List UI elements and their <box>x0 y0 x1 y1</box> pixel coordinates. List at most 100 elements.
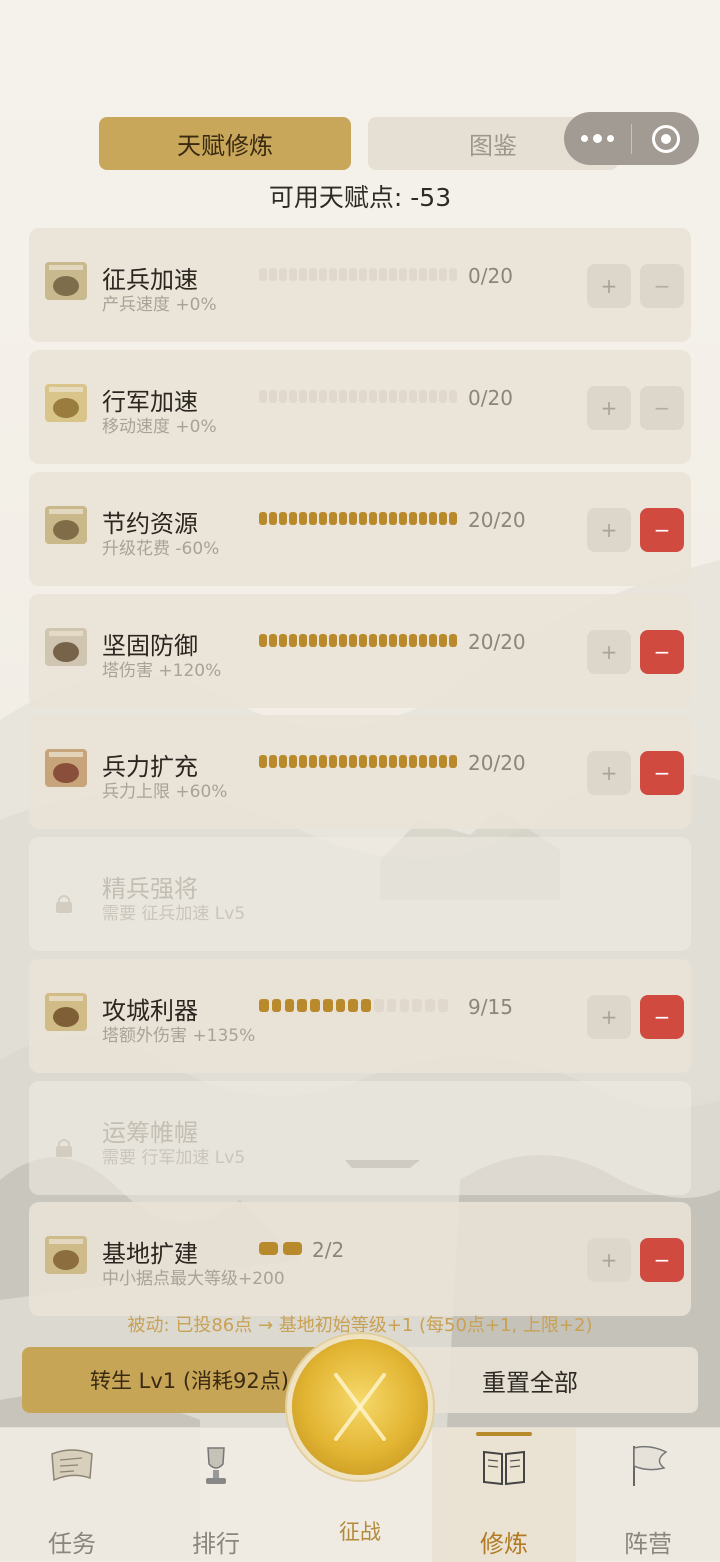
level-progress-bar <box>259 634 457 648</box>
level-pip <box>419 634 427 647</box>
increase-button[interactable]: + <box>587 751 631 795</box>
battle-button[interactable] <box>292 1339 428 1475</box>
level-pip <box>329 512 337 525</box>
level-pip <box>399 268 407 281</box>
talent-row: 攻城利器 塔额外伤害 +135% 9/15 + − <box>29 959 691 1073</box>
nav-rank[interactable]: 排行 <box>144 1428 288 1562</box>
increase-button[interactable]: + <box>587 386 631 430</box>
talent-desc: 中小据点最大等级+200 <box>102 1269 285 1289</box>
level-pip <box>439 390 447 403</box>
level-pip <box>322 999 333 1012</box>
more-icon[interactable] <box>564 112 631 165</box>
level-pip <box>299 390 307 403</box>
level-pip <box>279 755 287 768</box>
active-indicator <box>476 1432 532 1436</box>
level-pip <box>259 512 267 525</box>
reset-all-button[interactable]: 重置全部 <box>400 1347 698 1413</box>
level-pip <box>289 634 297 647</box>
decrease-button[interactable]: − <box>640 630 684 674</box>
level-pip <box>289 390 297 403</box>
tab-talent-training[interactable]: 天赋修炼 <box>99 117 351 170</box>
level-pip <box>379 634 387 647</box>
decrease-button[interactable]: − <box>640 264 684 308</box>
level-pip <box>259 390 267 403</box>
level-pip <box>389 755 397 768</box>
level-pip <box>319 390 327 403</box>
increase-button[interactable]: + <box>587 995 631 1039</box>
crossed-swords-icon <box>334 1373 386 1441</box>
level-pip <box>339 390 347 403</box>
level-pip <box>339 512 347 525</box>
talent-thumbnail-icon <box>45 1236 87 1274</box>
level-pip <box>283 1242 302 1255</box>
level-pip <box>259 634 267 647</box>
talent-row: 行军加速 移动速度 +0% 0/20 + − <box>29 350 691 464</box>
nav-battle-label: 征战 <box>339 1520 381 1544</box>
level-pip <box>419 512 427 525</box>
decrease-button[interactable]: − <box>640 1238 684 1282</box>
decrease-button[interactable]: − <box>640 508 684 552</box>
level-progress-bar <box>259 755 457 769</box>
level-pip <box>309 512 317 525</box>
book-icon <box>483 1450 525 1486</box>
level-pip <box>429 755 437 768</box>
level-pip <box>349 512 357 525</box>
level-text: 20/20 <box>468 508 526 532</box>
lock-icon <box>56 1139 72 1157</box>
level-pip <box>349 390 357 403</box>
level-text: 0/20 <box>468 386 513 410</box>
scroll-map-icon <box>51 1449 93 1482</box>
nav-camp[interactable]: 阵营 <box>576 1428 720 1562</box>
available-points: 可用天赋点: -53 <box>0 178 720 214</box>
level-pip <box>449 512 457 525</box>
increase-button[interactable]: + <box>587 1238 631 1282</box>
points-label: 可用天赋点: <box>268 183 403 212</box>
level-pip <box>335 999 346 1012</box>
nav-tasks[interactable]: 任务 <box>0 1428 144 1562</box>
level-progress-bar <box>259 268 457 282</box>
level-pip <box>359 268 367 281</box>
level-progress-bar <box>259 1242 302 1256</box>
level-pip <box>329 755 337 768</box>
level-pip <box>409 390 417 403</box>
increase-button[interactable]: + <box>587 264 631 308</box>
talent-thumbnail-icon <box>45 506 87 544</box>
level-pip <box>379 755 387 768</box>
level-pip <box>349 268 357 281</box>
level-pip <box>389 634 397 647</box>
level-text: 2/2 <box>312 1238 345 1262</box>
decrease-button[interactable]: − <box>640 386 684 430</box>
increase-button[interactable]: + <box>587 508 631 552</box>
decrease-button[interactable]: − <box>640 751 684 795</box>
close-miniprogram-icon[interactable] <box>632 112 699 165</box>
decrease-button[interactable]: − <box>640 995 684 1039</box>
increase-button[interactable]: + <box>587 630 631 674</box>
level-pip <box>269 634 277 647</box>
level-pip <box>348 999 359 1012</box>
level-pip <box>389 390 397 403</box>
talent-thumbnail-icon <box>45 262 87 300</box>
level-pip <box>269 268 277 281</box>
level-pip <box>329 634 337 647</box>
level-text: 0/20 <box>468 264 513 288</box>
talent-desc: 需要 行军加速 Lv5 <box>102 1148 246 1168</box>
level-pip <box>419 268 427 281</box>
level-pip <box>419 755 427 768</box>
level-pip <box>284 999 295 1012</box>
nav-train-label: 修炼 <box>480 1530 528 1558</box>
level-pip <box>309 268 317 281</box>
rebirth-button[interactable]: 转生 Lv1 (消耗92点) <box>22 1347 322 1413</box>
level-pip <box>429 390 437 403</box>
level-pip <box>271 999 282 1012</box>
talent-desc: 移动速度 +0% <box>102 417 217 437</box>
level-pip <box>439 512 447 525</box>
nav-train[interactable]: 修炼 <box>432 1428 576 1562</box>
level-pip <box>429 634 437 647</box>
passive-info: 被动: 已投86点 → 基地初始等级+1 (每50点+1, 上限+2) <box>127 1315 593 1336</box>
talent-thumbnail-icon <box>45 993 87 1031</box>
level-pip <box>374 999 384 1012</box>
trophy-icon <box>206 1447 226 1484</box>
level-pip <box>299 755 307 768</box>
level-pip <box>429 268 437 281</box>
level-pip <box>329 390 337 403</box>
